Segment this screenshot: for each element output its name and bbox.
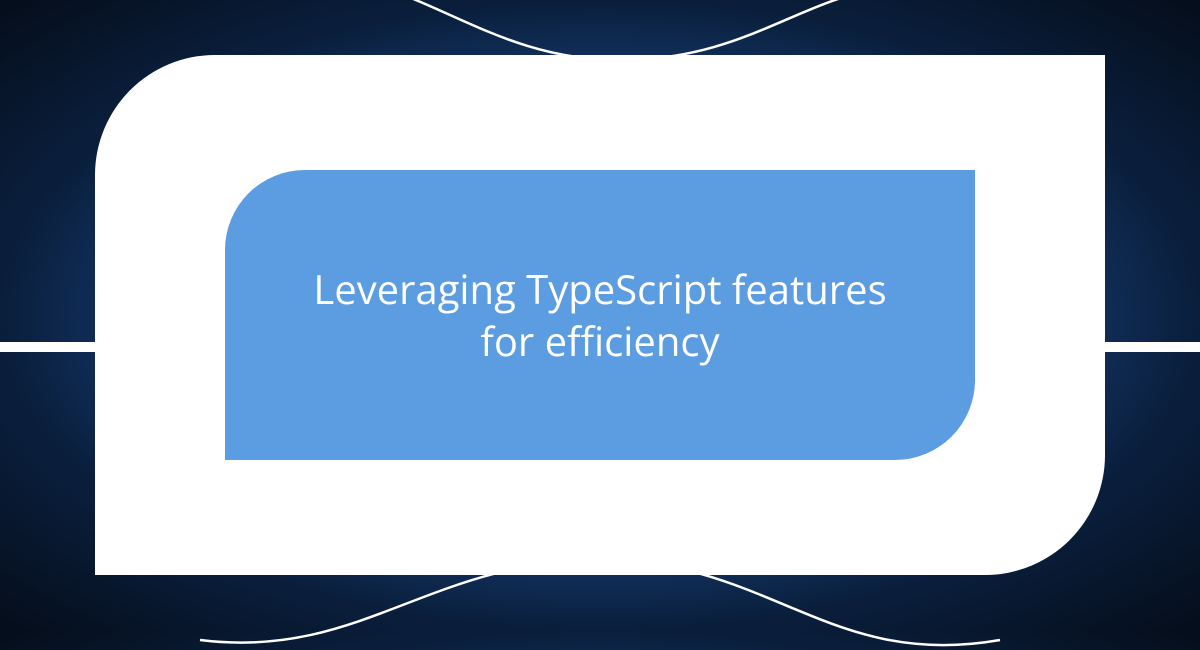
card-title: Leveraging TypeScript features for effic… [285, 263, 915, 367]
title-panel: Leveraging TypeScript features for effic… [225, 170, 975, 460]
